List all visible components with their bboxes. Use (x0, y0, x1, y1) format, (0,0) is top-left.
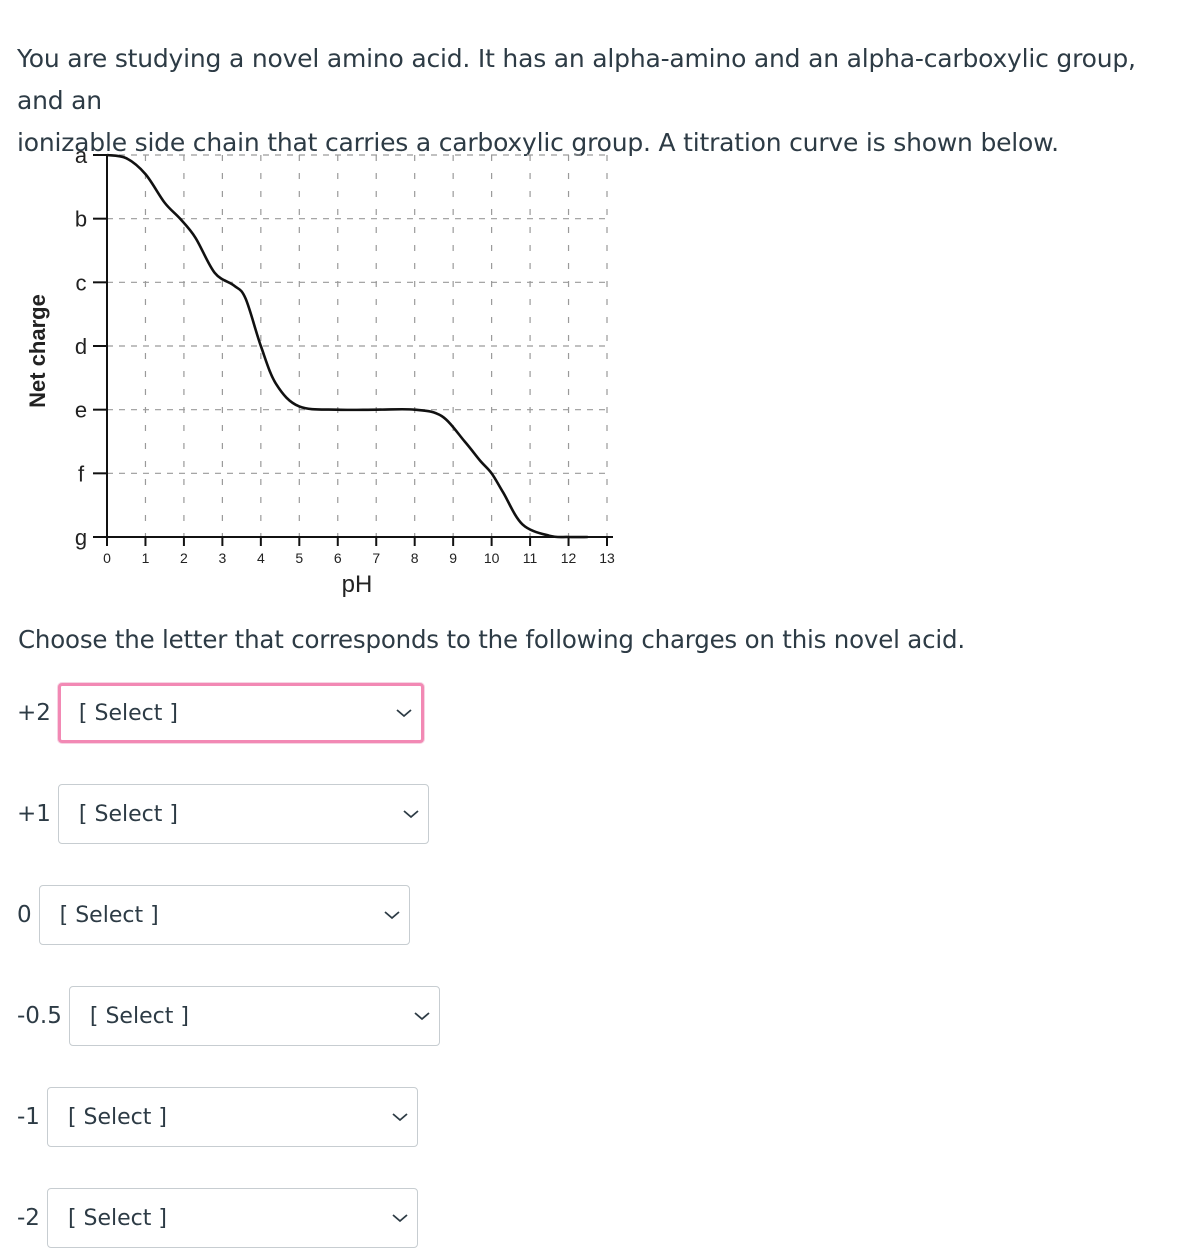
y-tick-label: d (75, 334, 87, 359)
charge-label: -0.5 (17, 1003, 62, 1029)
x-tick-label: 10 (484, 550, 500, 566)
y-tick-label: c (76, 270, 87, 295)
chevron-down-icon (392, 1214, 408, 1223)
select-value: [ Select ] (78, 801, 178, 827)
chevron-down-icon (414, 1012, 430, 1021)
question-row-minus2: -2 [ Select ] (0, 1188, 418, 1248)
select-value: [ Select ] (89, 1003, 189, 1029)
x-tick-label: 3 (218, 550, 226, 566)
question-row-plus2: +2 [ Select ] (0, 683, 424, 743)
select-value: [ Select ] (67, 1104, 167, 1130)
x-tick-label: 13 (599, 550, 615, 566)
x-tick-labels: 0 1 2 3 4 5 6 7 8 9 10 11 12 13 (103, 537, 615, 566)
chevron-down-icon (403, 810, 419, 819)
x-tick-label: 11 (523, 550, 538, 566)
y-axis-label: Net charge (25, 294, 50, 408)
question-prompt: Choose the letter that corresponds to th… (18, 625, 965, 654)
y-tick-label: g (75, 525, 87, 550)
x-tick-label: 1 (142, 550, 150, 566)
charge-label: +1 (17, 801, 51, 827)
question-row-minus1: -1 [ Select ] (0, 1087, 418, 1147)
select-value: [ Select ] (59, 902, 159, 928)
chart-grid (107, 154, 608, 537)
chevron-down-icon (392, 1113, 408, 1122)
charge-label: 0 (17, 902, 32, 928)
answer-select-minus2[interactable]: [ Select ] (46, 1188, 418, 1248)
y-tick-labels: a b c d e f g (75, 143, 107, 550)
y-tick-label: b (75, 207, 87, 232)
answer-select-plus1[interactable]: [ Select ] (57, 784, 429, 844)
charge-label: +2 (17, 700, 51, 726)
question-row-zero: 0 [ Select ] (0, 885, 410, 945)
charge-label: -2 (17, 1205, 40, 1231)
select-value: [ Select ] (67, 1205, 167, 1231)
titration-chart: abcdefg 0 1 2 3 4 5 6 7 8 9 10 11 12 13 pH Net charge (25, 143, 615, 598)
x-tick-label: 12 (561, 550, 577, 566)
x-axis-label: pH (342, 571, 373, 598)
chevron-down-icon (384, 911, 400, 920)
x-tick-label: 0 (103, 550, 111, 566)
x-tick-label: 6 (334, 550, 342, 566)
x-tick-label: 8 (411, 550, 419, 566)
select-value: [ Select ] (78, 700, 178, 726)
question-row-plus1: +1 [ Select ] (0, 784, 429, 844)
x-tick-label: 5 (295, 550, 303, 566)
y-tick-label: a (75, 143, 88, 168)
answer-select-minus-half[interactable]: [ Select ] (68, 986, 440, 1046)
x-tick-label: 9 (449, 550, 457, 566)
intro-line-1: You are studying a novel amino acid. It … (17, 44, 1136, 115)
chevron-down-icon (396, 709, 412, 718)
y-tick-label: e (75, 398, 87, 423)
answer-select-minus1[interactable]: [ Select ] (46, 1087, 418, 1147)
answer-select-zero[interactable]: [ Select ] (38, 885, 410, 945)
answer-select-plus2[interactable]: [ Select ] (57, 683, 424, 743)
question-row-minus-half: -0.5 [ Select ] (0, 986, 440, 1046)
x-tick-label: 7 (372, 550, 380, 566)
x-tick-label: 2 (180, 550, 188, 566)
charge-label: -1 (17, 1104, 40, 1130)
x-tick-label: 4 (257, 550, 265, 566)
y-tick-label: f (78, 461, 85, 486)
